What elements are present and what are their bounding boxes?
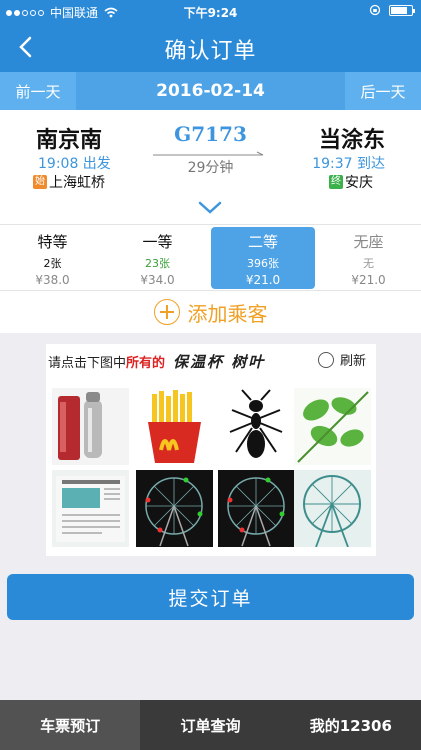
terminal-station: 终 安庆 <box>329 172 373 192</box>
ferris-wheel-icon <box>145 477 203 547</box>
seat-count: 23张 <box>145 257 170 270</box>
captcha-prompt-emphasis: 所有的 <box>126 355 166 371</box>
thermos-icon <box>58 392 102 460</box>
tab-ticket-booking[interactable]: 车票预订 <box>0 700 141 750</box>
train-info-card: 南京南 当涂东 G7173 29分钟 19:08 出发 19:37 到达 始 上… <box>0 110 421 224</box>
date-bar: 前一天 2016-02-14 后一天 <box>0 72 421 110</box>
captcha-image-leaves[interactable] <box>294 388 371 465</box>
refresh-icon <box>317 351 334 368</box>
expand-chevron-icon[interactable] <box>197 198 223 218</box>
ferris-wheel-icon <box>227 477 285 547</box>
add-passenger-label: 添加乘客 <box>187 301 268 326</box>
ant-icon <box>229 389 283 458</box>
departure-time: 19:08 出发 <box>38 156 111 172</box>
captcha-image-ferris-wheel[interactable] <box>136 470 213 547</box>
captcha-image-fries[interactable] <box>136 388 213 465</box>
end-badge: 终 <box>329 175 343 189</box>
nav-bar: 确认订单 <box>0 24 421 72</box>
page-title: 确认订单 <box>164 39 257 64</box>
captcha-image-ant[interactable] <box>218 388 295 465</box>
rotation-lock-icon <box>369 4 381 16</box>
refresh-label: 刷新 <box>339 354 366 369</box>
seat-name: 无座 <box>353 233 384 251</box>
captcha-refresh-button[interactable]: 刷新 <box>317 350 366 369</box>
plus-circle-icon <box>153 299 180 325</box>
origin-station: 始 上海虹桥 <box>33 172 105 192</box>
captcha-image-newspaper[interactable] <box>52 470 129 547</box>
status-bar: 中国联通 下午9:24 <box>0 0 421 24</box>
tab-order-query[interactable]: 订单查询 <box>140 700 280 750</box>
captcha-prompt: 请点击下图中所有的 <box>48 352 165 371</box>
captcha-target: 保温杯 树叶 <box>173 352 266 371</box>
next-day-button[interactable]: 后一天 <box>345 72 421 110</box>
prev-day-button[interactable]: 前一天 <box>0 72 76 110</box>
seat-count: 2张 <box>43 257 62 270</box>
captcha-header: 请点击下图中所有的 保温杯 树叶 刷新 <box>46 344 376 378</box>
terminal-city: 安庆 <box>345 175 373 191</box>
seat-price: ¥21.0 <box>351 273 386 287</box>
status-time: 下午9:24 <box>183 6 238 20</box>
seat-option-first[interactable]: 一等 23张 ¥34.0 <box>105 225 210 291</box>
seat-name: 特等 <box>37 233 68 251</box>
seat-option-standing[interactable]: 无座 无 ¥21.0 <box>316 225 421 291</box>
submit-order-button[interactable]: 提交订单 <box>7 574 414 620</box>
start-badge: 始 <box>33 175 47 189</box>
captcha-panel: 请点击下图中所有的 保温杯 树叶 刷新 <box>46 344 376 556</box>
ferris-wheel-icon <box>294 470 371 547</box>
captcha-image-ferris-wheel[interactable] <box>294 470 371 547</box>
seat-price: ¥21.0 <box>245 273 281 287</box>
seat-price: ¥34.0 <box>140 273 175 287</box>
origin-city: 上海虹桥 <box>49 175 105 191</box>
add-passenger-button[interactable]: 添加乘客 <box>0 290 421 333</box>
captcha-image-ferris-wheel[interactable] <box>218 470 295 547</box>
seat-price: ¥38.0 <box>35 273 70 287</box>
tab-my-12306[interactable]: 我的12306 <box>281 700 421 750</box>
tab-bar: 车票预订 订单查询 我的12306 <box>0 700 421 750</box>
fries-icon <box>148 390 201 463</box>
seat-class-selector: 特等 2张 ¥38.0 一等 23张 ¥34.0 二等 396张 ¥21.0 无… <box>0 224 421 291</box>
captcha-image-thermos[interactable] <box>52 388 129 465</box>
captcha-prompt-text: 请点击下图中 <box>48 355 127 371</box>
seat-option-second[interactable]: 二等 396张 ¥21.0 <box>211 227 315 289</box>
arrival-time: 19:37 到达 <box>312 156 385 172</box>
leaves-icon <box>297 391 369 463</box>
status-right <box>369 4 415 16</box>
seat-count: 396张 <box>247 257 279 270</box>
travel-date[interactable]: 2016-02-14 <box>76 72 345 110</box>
seat-option-premium[interactable]: 特等 2张 ¥38.0 <box>0 225 105 291</box>
seat-name: 一等 <box>142 233 173 251</box>
battery-icon <box>389 4 415 16</box>
seat-name: 二等 <box>247 233 278 251</box>
train-number[interactable]: G7173 <box>0 122 421 146</box>
seat-count: 无 <box>363 257 374 270</box>
newspaper-icon <box>56 476 125 542</box>
